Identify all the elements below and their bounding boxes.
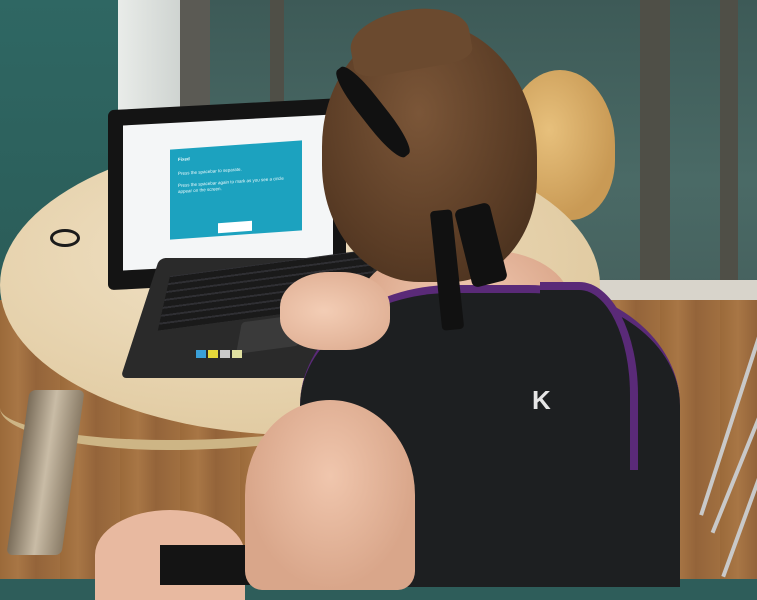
window-mullion bbox=[720, 0, 738, 300]
laptop-sticker bbox=[220, 350, 230, 358]
photo-scene: Fixed Press the spacebar to separate. Pr… bbox=[0, 0, 757, 600]
dialog-line: Press the spacebar to separate. bbox=[178, 166, 242, 177]
dialog-button-accent bbox=[252, 223, 272, 233]
window-mullion bbox=[640, 0, 670, 300]
laptop-sticker bbox=[208, 350, 218, 358]
cable-clip bbox=[50, 229, 80, 247]
person-hand bbox=[280, 272, 390, 350]
dialog-line: Press the spacebar again to mark as you … bbox=[178, 175, 284, 189]
person-shoulder bbox=[245, 400, 415, 590]
shorts bbox=[160, 545, 250, 585]
metal-chair-legs bbox=[699, 320, 757, 580]
shirt-logo: K bbox=[532, 385, 551, 415]
laptop-sticker bbox=[196, 350, 206, 358]
chair-leg bbox=[721, 472, 757, 578]
dialog-title: Fixed bbox=[178, 156, 190, 163]
laptop-sticker bbox=[232, 350, 242, 358]
